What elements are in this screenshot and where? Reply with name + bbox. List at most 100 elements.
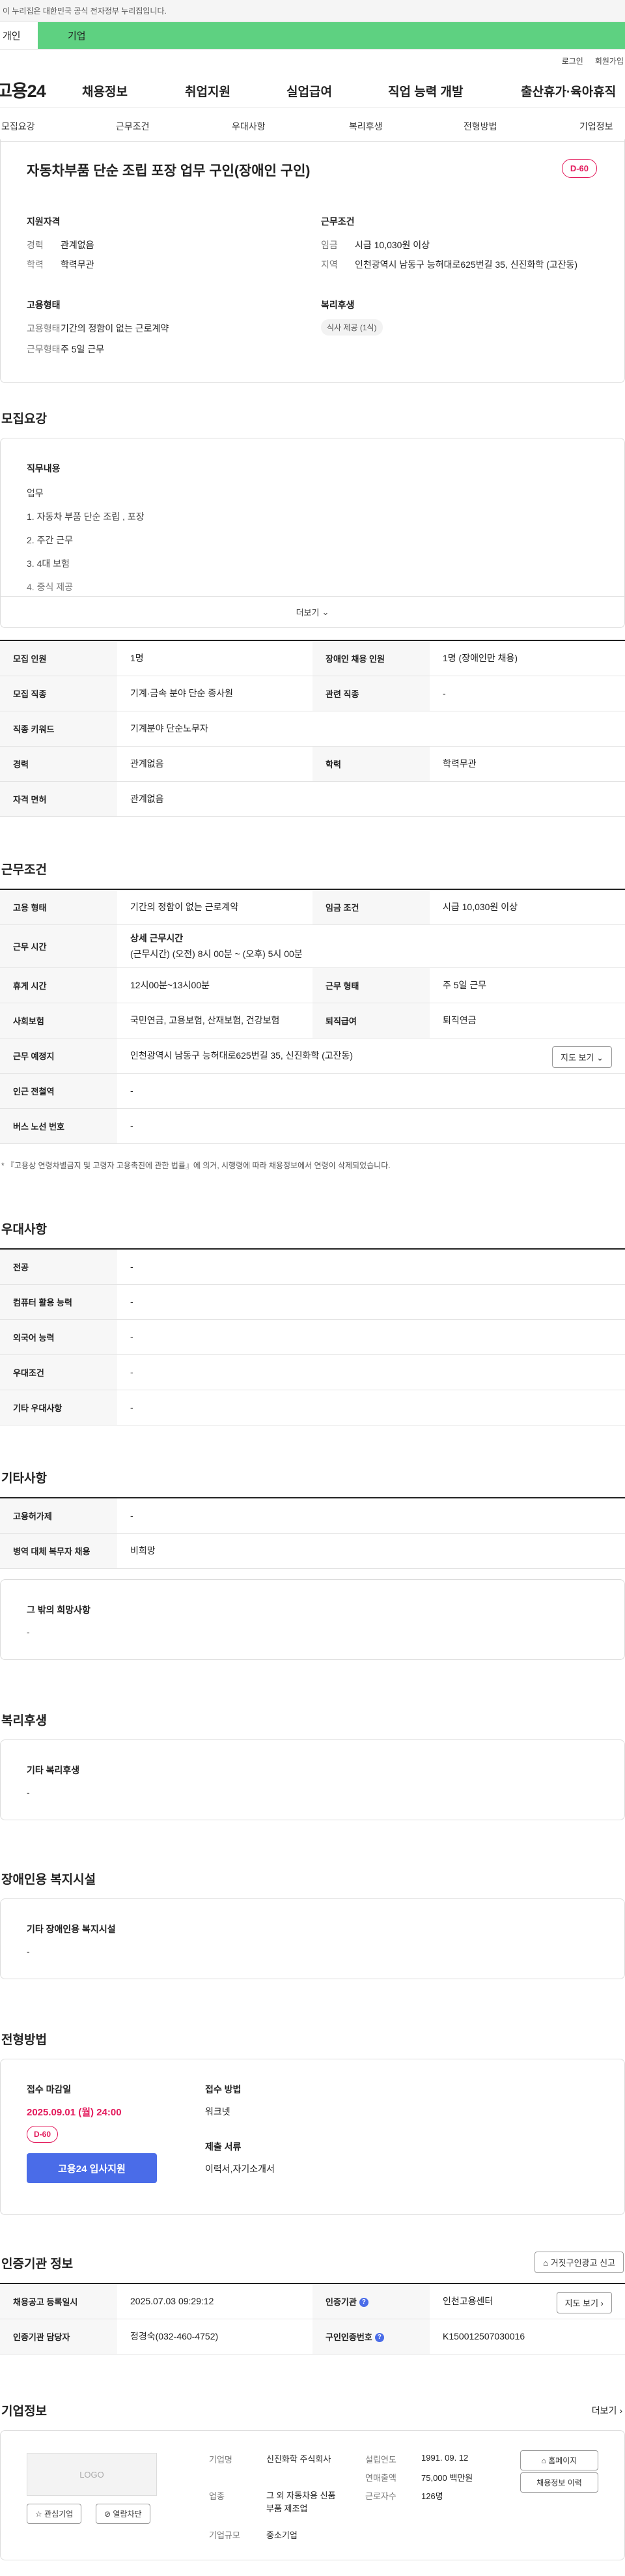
cell: 국민연금, 고용보험, 산재보험, 건강보험 bbox=[117, 1003, 312, 1038]
dday-badge: D-60 bbox=[561, 159, 597, 178]
cell-head: 장애인 채용 인원 bbox=[312, 640, 430, 676]
cell: - bbox=[117, 1108, 625, 1144]
company-sales: 75,000 백만원 bbox=[421, 2473, 473, 2483]
chevron-down-icon: ⌄ bbox=[596, 1052, 604, 1063]
edu-row: 학력 학력무관 bbox=[27, 259, 94, 270]
map-button[interactable]: 지도 보기 ⌄ bbox=[552, 1046, 612, 1068]
gnb-unemployment[interactable]: 실업급여 bbox=[286, 82, 332, 100]
cell-head: 인근 전철역 bbox=[0, 1073, 117, 1109]
duty-box: 직무내용 업무 1. 자동차 부품 단순 조립 , 포장 2. 주간 근무 3.… bbox=[0, 438, 625, 628]
tab-corporate[interactable]: 기업 bbox=[38, 22, 625, 49]
job-title: 자동차부품 단순 조립 포장 업무 구인(장애인 구인) bbox=[27, 164, 311, 179]
exp-row: 경력 관계없음 bbox=[27, 240, 94, 250]
work-hours-value: (근무시간) (오전) 8시 00분 ~ (오후) 5시 00분 bbox=[130, 949, 303, 959]
etc-heading: 기타사항 bbox=[1, 1472, 47, 1485]
company-more-link[interactable]: 더보기 › bbox=[592, 2404, 622, 2417]
cell: 상세 근무시간 (근무시간) (오전) 8시 00분 ~ (오후) 5시 00분 bbox=[117, 924, 625, 968]
table-row: 고용허가제 - bbox=[0, 1498, 625, 1534]
duty-heading: 직무내용 bbox=[27, 463, 61, 474]
history-button[interactable]: 채용정보 이력 bbox=[520, 2472, 598, 2493]
cell: 정경숙(032-460-4752) bbox=[117, 2319, 312, 2354]
method-value: 워크넷 bbox=[205, 2106, 230, 2117]
welfare-section-heading: 복리후생 bbox=[1, 1714, 47, 1728]
cell-head: 퇴직급여 bbox=[312, 1003, 430, 1038]
cell: 기간의 정함이 없는 근로계약 bbox=[117, 889, 312, 925]
subnav-select[interactable]: 전형방법 bbox=[464, 120, 497, 133]
more-button[interactable]: 더보기 ⌄ bbox=[1, 596, 624, 627]
cell: - bbox=[117, 1390, 625, 1425]
table-row: 모집 직종 기계·금속 분야 단순 종사원 관련 직종 - bbox=[0, 676, 625, 711]
duty-line: 1. 자동차 부품 단순 조립 , 포장 bbox=[27, 511, 145, 522]
cell: 인천광역시 남동구 능허대로625번길 35, 신진화학 (고잔동) 지도 보기 … bbox=[117, 1038, 625, 1074]
etc-box: 그 밖의 희망사항 - bbox=[0, 1579, 625, 1660]
site-logo[interactable]: 고용24 bbox=[0, 77, 74, 102]
subnav-company[interactable]: 기업정보 bbox=[579, 120, 613, 133]
info-icon[interactable]: ? bbox=[374, 2333, 384, 2343]
homepage-button[interactable]: ⌂ 홈페이지 bbox=[520, 2450, 598, 2470]
gnb-recruit[interactable]: 채용정보 bbox=[82, 82, 128, 100]
cell: - bbox=[117, 1284, 625, 1320]
subnav-pref[interactable]: 우대사항 bbox=[232, 120, 266, 133]
company-heading: 기업정보 bbox=[1, 2405, 47, 2418]
gnb-leave[interactable]: 출산휴가·육아휴직 bbox=[521, 82, 616, 100]
qual-heading: 지원자격 bbox=[27, 216, 61, 227]
subnav-recruit[interactable]: 모집요강 bbox=[1, 120, 35, 133]
label: 설립연도 bbox=[365, 2455, 396, 2465]
deadline-value: 2025.09.01 (월) 24:00 bbox=[27, 2107, 122, 2118]
cond-heading: 근무조건 bbox=[321, 216, 355, 227]
cell-head: 모집 인원 bbox=[0, 640, 117, 676]
work-location: 인천광역시 남동구 능허대로625번길 35, 신진화학 (고잔동) bbox=[130, 1050, 354, 1061]
dday-badge: D-60 bbox=[27, 2126, 59, 2143]
pref-table: 전공 - 컴퓨터 활용 능력 - 외국어 능력 - 우대조건 - 기타 우대사항 - bbox=[0, 1248, 625, 1425]
cell-head: 관련 직종 bbox=[312, 676, 430, 711]
cell-head: 구인인증번호? bbox=[312, 2319, 430, 2354]
welfare-heading: 복리후생 bbox=[321, 300, 355, 310]
cell-head: 근무 시간 bbox=[0, 924, 117, 968]
subnav-work[interactable]: 근무조건 bbox=[116, 120, 150, 133]
report-button[interactable]: ⌂ 거짓구인광고 신고 bbox=[535, 2252, 624, 2273]
company-est: 1991. 09. 12 bbox=[421, 2453, 469, 2463]
table-row: 인근 전철역 - bbox=[0, 1073, 625, 1109]
login-link[interactable]: 로그인 bbox=[562, 55, 583, 66]
chevron-down-icon: ⌄ bbox=[322, 607, 329, 617]
facility-box: 기타 장애인용 복지시설 - bbox=[0, 1898, 625, 1979]
cell-head: 임금 조건 bbox=[312, 889, 430, 925]
method-heading: 접수 방법 bbox=[205, 2084, 242, 2095]
welfare-box: 기타 복리후생 - bbox=[0, 1739, 625, 1820]
company-size: 중소기업 bbox=[266, 2530, 298, 2540]
info-icon[interactable]: ? bbox=[359, 2298, 368, 2308]
gnb-employment-support[interactable]: 취업지원 bbox=[185, 82, 230, 100]
duty-line: 업무 bbox=[27, 488, 44, 498]
cell: 기계분야 단순노무자 bbox=[117, 711, 625, 747]
emp-heading: 고용형태 bbox=[27, 300, 61, 310]
join-link[interactable]: 회원가입 bbox=[595, 55, 624, 66]
cell-head: 사회보험 bbox=[0, 1003, 117, 1038]
area-row: 지역 인천광역시 남동구 능허대로625번길 35, 신진화학 (고잔동) bbox=[321, 259, 578, 270]
cert-map-button[interactable]: 지도 보기 › bbox=[556, 2292, 612, 2313]
gnb-training[interactable]: 직업 능력 개발 bbox=[388, 82, 463, 100]
company-logo: LOGO bbox=[27, 2453, 157, 2496]
global-nav: 고용24 채용정보 취업지원 실업급여 직업 능력 개발 출산휴가·육아휴직 bbox=[0, 72, 625, 108]
work-table: 고용 형태 기간의 정함이 없는 근로계약 임금 조건 시급 10,030원 이상 근… bbox=[0, 889, 625, 1144]
chevron-right-icon: › bbox=[600, 2298, 604, 2308]
block-company-button[interactable]: ⊘ 열람차단 bbox=[96, 2504, 150, 2524]
cell-head: 자격 면허 bbox=[0, 781, 117, 817]
subnav-welfare[interactable]: 복리후생 bbox=[349, 120, 383, 133]
cell-head: 병역 대체 복무자 채용 bbox=[0, 1533, 117, 1569]
age-note: * 『고용상 연령차별금지 및 고령자 고용촉진에 관한 법률』에 의거, 시행… bbox=[1, 1161, 391, 1170]
duty-line: 2. 주간 근무 bbox=[27, 535, 73, 545]
etc-box-heading: 그 밖의 희망사항 bbox=[27, 1605, 90, 1615]
cell: - bbox=[117, 1319, 625, 1355]
chevron-right-icon: › bbox=[619, 2405, 622, 2416]
cell: 주 5일 근무 bbox=[430, 967, 625, 1003]
table-row: 근무 예정지 인천광역시 남동구 능허대로625번길 35, 신진화학 (고잔동)… bbox=[0, 1038, 625, 1074]
apply-button[interactable]: 고용24 입사지원 bbox=[27, 2153, 157, 2183]
fav-company-button[interactable]: ☆ 관심기업 bbox=[27, 2504, 82, 2524]
company-industry: 그 외 자동차용 신품 부품 제조업 bbox=[266, 2491, 336, 2513]
table-row: 자격 면허 관계없음 bbox=[0, 781, 625, 817]
cell: 퇴직연금 bbox=[430, 1003, 625, 1038]
tab-individual[interactable]: 개인 bbox=[0, 22, 38, 49]
company-name: 신진화학 주식회사 bbox=[266, 2454, 331, 2464]
cell-head: 컴퓨터 활용 능력 bbox=[0, 1284, 117, 1320]
cell: K150012507030016 bbox=[430, 2319, 625, 2354]
